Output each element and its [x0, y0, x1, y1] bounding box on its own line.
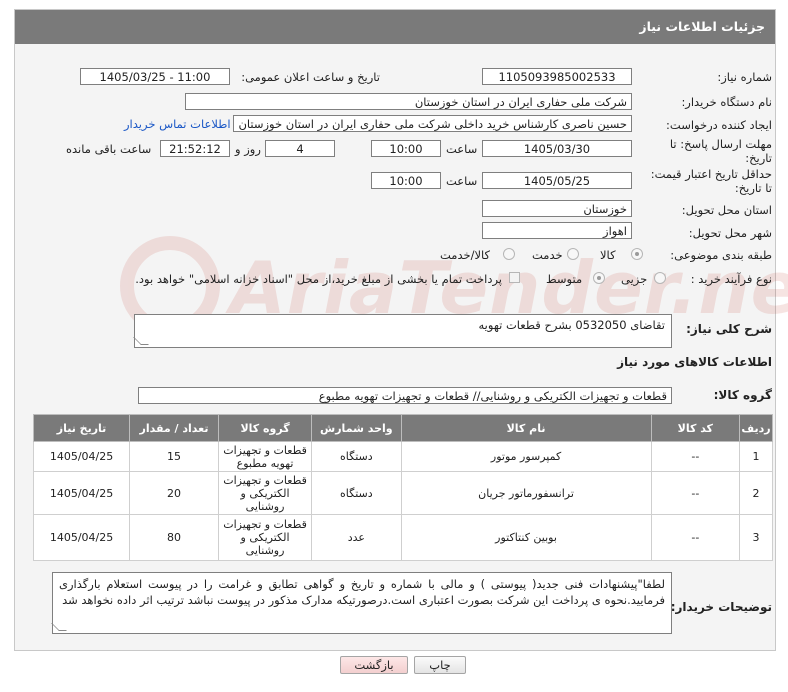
print-button[interactable]: چاپ	[414, 656, 466, 674]
panel-title: جزئیات اطلاعات نیاز	[639, 19, 765, 34]
cell-row: 1	[739, 441, 773, 472]
table-row[interactable]: 3 -- بوبین کنتاکتور عدد قطعات و تجهیزات …	[32, 514, 773, 561]
process-option-medium: متوسط	[546, 272, 583, 286]
resize-handle-icon[interactable]	[51, 623, 67, 631]
cell-row: 3	[739, 514, 773, 561]
category-label: طبقه بندی موضوعی:	[670, 248, 772, 262]
goods-section-title: اطلاعات کالاهای مورد نیاز	[617, 355, 772, 369]
col-qty: تعداد / مقدار	[129, 414, 219, 442]
reply-deadline-label: مهلت ارسال پاسخ: تا	[669, 137, 772, 151]
cell-code: --	[650, 441, 741, 472]
process-option-minor: جزیی	[621, 272, 648, 286]
cell-unit: عدد	[311, 514, 402, 561]
resize-handle-icon[interactable]	[133, 337, 149, 345]
city-field: اهواز	[482, 222, 632, 239]
remaining-time-label: ساعت باقی مانده	[66, 142, 152, 156]
announce-label: تاریخ و ساعت اعلان عمومی:	[241, 70, 380, 84]
cell-code: --	[650, 514, 741, 561]
col-code: کد کالا	[650, 414, 741, 442]
price-validity-label: حداقل تاریخ اعتبار قیمت:	[650, 167, 772, 181]
goods-group-label: گروه کالا:	[713, 388, 772, 402]
need-number-label: شماره نیاز:	[717, 70, 772, 84]
reply-date-field: 1405/03/30	[482, 140, 632, 157]
summary-textarea[interactable]: تقاضای 0532050 بشرح قطعات تهویه	[133, 314, 672, 348]
cell-code: --	[650, 471, 741, 515]
table-row[interactable]: 2 -- ترانسفورماتور جریان دستگاه قطعات و …	[32, 471, 773, 515]
col-date: تاریخ نیاز	[32, 414, 131, 442]
process-radio-minor[interactable]	[654, 272, 666, 284]
table-header-row: ردیف کد کالا نام کالا واحد شمارش گروه کا…	[32, 414, 773, 442]
category-radio-goods-service[interactable]	[503, 248, 515, 260]
category-option-service: خدمت	[532, 248, 563, 262]
process-radio-medium[interactable]	[593, 272, 605, 284]
col-name: نام کالا	[400, 414, 652, 442]
cell-date: 1405/04/25	[32, 514, 131, 561]
need-number-field: 1105093985002533	[482, 68, 632, 85]
buyer-org-field: شرکت ملی حفاری ایران در استان خوزستان	[185, 93, 632, 110]
treasury-payment-note: پرداخت تمام یا بخشی از مبلغ خرید،از محل …	[135, 272, 502, 286]
col-group: گروه کالا	[217, 414, 313, 442]
cell-row: 2	[739, 471, 773, 515]
cell-unit: دستگاه	[311, 471, 402, 515]
validity-time-field: 10:00	[371, 172, 441, 189]
city-label: شهر محل تحویل:	[688, 226, 772, 240]
reply-time-label: ساعت	[446, 142, 478, 156]
reply-time-field: 10:00	[371, 140, 441, 157]
col-unit: واحد شمارش	[311, 414, 402, 442]
price-validity-label-2: تا تاریخ:	[734, 181, 772, 195]
cell-date: 1405/04/25	[32, 471, 131, 515]
goods-group-field: قطعات و تجهیزات الکتریکی و روشنایی// قطع…	[138, 387, 672, 404]
buyer-notes-textarea[interactable]: لطفا"پیشنهادات فنی جدید( پیوستی ) و مالی…	[51, 572, 672, 634]
goods-table: ردیف کد کالا نام کالا واحد شمارش گروه کا…	[32, 414, 773, 561]
category-option-goods-service: کالا/خدمت	[440, 248, 491, 262]
remaining-time-field: 21:52:12	[160, 140, 230, 157]
cell-qty: 20	[129, 471, 219, 515]
back-button[interactable]: بازگشت	[340, 656, 408, 674]
cell-qty: 80	[129, 514, 219, 561]
cell-date: 1405/04/25	[32, 441, 131, 472]
days-label: روز و	[235, 142, 261, 156]
cell-name: بوبین کنتاکتور	[400, 514, 652, 561]
cell-group: قطعات و تجهیزات تهویه مطبوع	[217, 441, 313, 472]
category-option-goods: کالا	[600, 248, 616, 262]
cell-unit: دستگاه	[311, 441, 402, 472]
buyer-notes-label: توضیحات خریدار:	[670, 600, 772, 614]
requester-field: حسین ناصری کارشناس خرید داخلی شرکت ملی ح…	[233, 115, 632, 132]
summary-label: شرح کلی نیاز:	[686, 322, 772, 336]
category-radio-goods[interactable]	[631, 248, 643, 260]
buyer-org-label: نام دستگاه خریدار:	[681, 95, 772, 109]
cell-name: کمپرسور موتور	[400, 441, 652, 472]
col-row: ردیف	[739, 414, 773, 442]
category-radio-service[interactable]	[567, 248, 579, 260]
validity-time-label: ساعت	[446, 174, 478, 188]
validity-date-field: 1405/05/25	[482, 172, 632, 189]
cell-group: قطعات و تجهیزات الکتریکی و روشنایی	[217, 514, 313, 561]
summary-text: تقاضای 0532050 بشرح قطعات تهویه	[478, 318, 665, 332]
announce-field: 1405/03/25 - 11:00	[80, 68, 230, 85]
buyer-contact-link[interactable]: اطلاعات تماس خریدار	[124, 117, 231, 131]
requester-label: ایجاد کننده درخواست:	[666, 118, 772, 132]
cell-qty: 15	[129, 441, 219, 472]
province-field: خوزستان	[482, 200, 632, 217]
table-row[interactable]: 1 -- کمپرسور موتور دستگاه قطعات و تجهیزا…	[32, 441, 773, 472]
process-label: نوع فرآیند خرید :	[690, 272, 772, 286]
buyer-notes-text: لطفا"پیشنهادات فنی جدید( پیوستی ) و مالی…	[59, 577, 665, 607]
cell-group: قطعات و تجهیزات الکتریکی و روشنایی	[217, 471, 313, 515]
days-remaining-field: 4	[265, 140, 335, 157]
province-label: استان محل تحویل:	[681, 203, 772, 217]
cell-name: ترانسفورماتور جریان	[400, 471, 652, 515]
panel-header: جزئیات اطلاعات نیاز	[15, 10, 775, 44]
reply-deadline-label-2: تاریخ:	[745, 151, 772, 165]
treasury-payment-checkbox[interactable]	[509, 272, 520, 283]
